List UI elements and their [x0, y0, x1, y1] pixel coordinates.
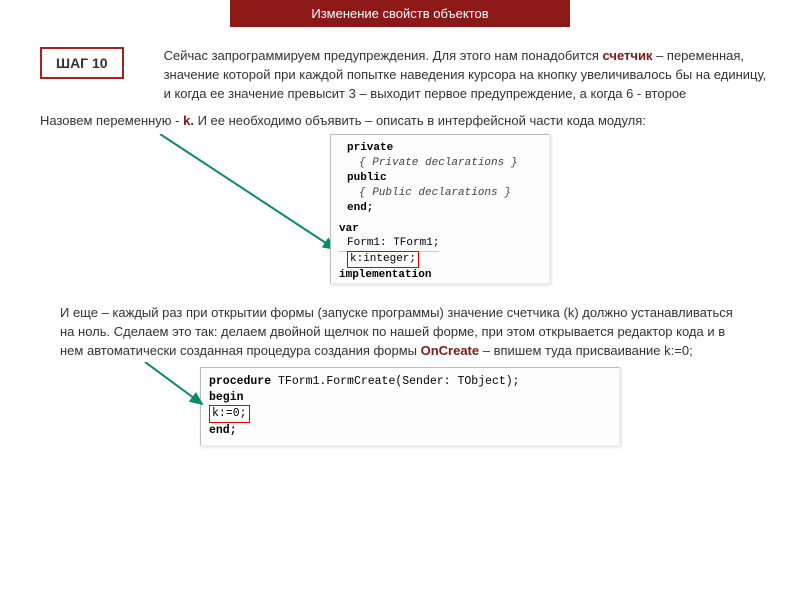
- highlighted-assignment: k:=0;: [209, 405, 250, 423]
- step-label: ШАГ 10: [56, 55, 108, 71]
- slide-content: ШАГ 10 Сейчас запрограммируем предупрежд…: [0, 27, 800, 446]
- slide-title: Изменение свойств объектов: [311, 6, 488, 21]
- code-figure-2: procedure TForm1.FormCreate(Sender: TObj…: [200, 367, 620, 446]
- var-k: k.: [183, 113, 194, 128]
- slide-header: Изменение свойств объектов: [230, 0, 570, 27]
- step-description: Сейчас запрограммируем предупреждения. Д…: [164, 47, 770, 104]
- code-figure-1: private { Private declarations } public …: [140, 134, 660, 294]
- step-badge: ШАГ 10: [40, 47, 124, 79]
- step-row: ШАГ 10 Сейчас запрограммируем предупрежд…: [30, 47, 770, 104]
- oncreate-word: OnCreate: [421, 343, 480, 358]
- code-snippet-formcreate: procedure TForm1.FormCreate(Sender: TObj…: [200, 367, 620, 446]
- paragraph-2: И еще – каждый раз при открытии формы (з…: [30, 304, 770, 361]
- code-snippet-declarations: private { Private declarations } public …: [330, 134, 550, 284]
- paragraph-1: Назовем переменную - k. И ее необходимо …: [30, 112, 770, 131]
- highlighted-var-decl: k:integer;: [347, 251, 419, 268]
- counter-word: счетчик: [603, 48, 653, 63]
